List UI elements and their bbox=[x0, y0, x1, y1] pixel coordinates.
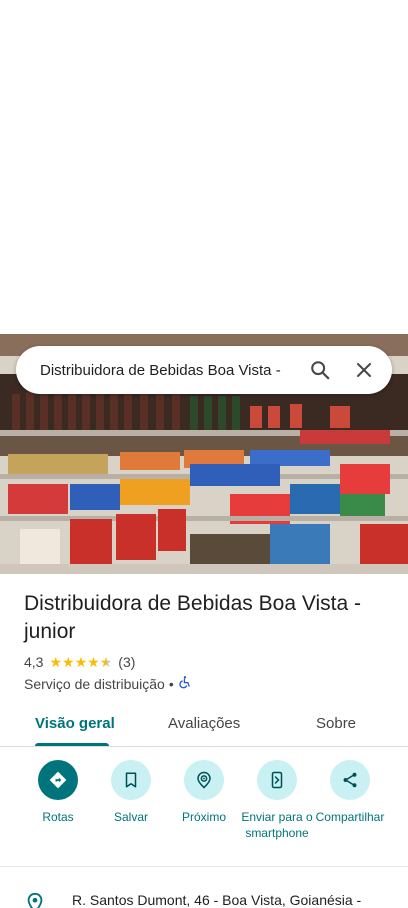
star-icon: ★ bbox=[87, 654, 100, 670]
share-icon bbox=[330, 760, 370, 800]
tab-bar: Visão geral Avaliações Sobre bbox=[0, 705, 408, 747]
nearby-icon bbox=[184, 760, 224, 800]
star-icon: ★ bbox=[49, 654, 63, 670]
map-area-blank bbox=[0, 0, 408, 334]
category-row: Serviço de distribuição • bbox=[24, 675, 192, 692]
save-label: Salvar bbox=[113, 810, 148, 824]
rating-stars: ★ ★ ★ ★ ★ bbox=[49, 655, 112, 669]
place-category: Serviço de distribuição bbox=[24, 675, 165, 692]
rating-row[interactable]: 4,3 ★ ★ ★ ★ ★ (3) bbox=[24, 654, 135, 670]
section-divider bbox=[0, 866, 408, 867]
action-buttons: Rotas Salvar Próximo Enviar para o smart… bbox=[0, 760, 408, 856]
address-row[interactable]: R. Santos Dumont, 46 - Boa Vista, Goiané… bbox=[24, 892, 408, 908]
search-icon[interactable] bbox=[298, 346, 342, 394]
tab-overview[interactable]: Visão geral bbox=[35, 715, 115, 732]
tab-about[interactable]: Sobre bbox=[316, 715, 356, 732]
search-bar[interactable]: Distribuidora de Bebidas Boa Vista - bbox=[16, 346, 392, 394]
directions-label: Rotas bbox=[42, 810, 74, 824]
location-pin-icon bbox=[24, 892, 48, 908]
wheelchair-accessible-icon bbox=[178, 675, 192, 692]
directions-icon bbox=[38, 760, 78, 800]
share-button[interactable]: Compartilhar bbox=[310, 760, 390, 825]
nearby-label: Próximo bbox=[181, 810, 226, 824]
place-title: Distribuidora de Bebidas Boa Vista - jun… bbox=[24, 592, 361, 643]
separator: • bbox=[168, 675, 174, 692]
active-tab-indicator bbox=[35, 743, 109, 746]
directions-button[interactable]: Rotas bbox=[18, 760, 98, 825]
close-icon[interactable] bbox=[342, 346, 386, 394]
bookmark-icon bbox=[111, 760, 151, 800]
search-input[interactable]: Distribuidora de Bebidas Boa Vista - bbox=[16, 362, 298, 379]
nearby-button[interactable]: Próximo bbox=[164, 760, 244, 825]
send-to-phone-icon bbox=[257, 760, 297, 800]
send-to-phone-button[interactable]: Enviar para o smartphone bbox=[237, 760, 317, 841]
rating-value: 4,3 bbox=[24, 654, 44, 670]
share-label: Compartilhar bbox=[315, 810, 385, 824]
send-to-phone-label: Enviar para o smartphone bbox=[241, 810, 313, 840]
save-button[interactable]: Salvar bbox=[91, 760, 171, 825]
address-text: R. Santos Dumont, 46 - Boa Vista, Goiané… bbox=[72, 892, 362, 908]
review-count[interactable]: (3) bbox=[118, 654, 135, 670]
star-icon: ★ bbox=[62, 654, 75, 670]
half-star-icon: ★ bbox=[99, 654, 113, 670]
tab-reviews[interactable]: Avaliações bbox=[168, 715, 240, 732]
star-icon: ★ bbox=[74, 654, 88, 670]
